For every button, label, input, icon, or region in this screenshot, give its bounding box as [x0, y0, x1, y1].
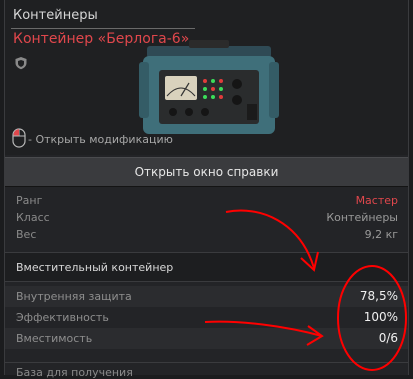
acquisition-base-section: База для получения — [5, 362, 408, 379]
info-row-class: Класс Контейнеры — [5, 209, 408, 226]
info-key: Вес — [16, 228, 37, 241]
info-list: Ранг Мастер Класс Контейнеры Вес 9,2 кг — [5, 192, 408, 243]
mouse-icon — [12, 128, 26, 148]
item-header: Контейнеры Контейнер «Берлога-6» - Откры… — [5, 0, 408, 155]
category-divider — [11, 28, 195, 29]
stat-row-efficiency: Эффективность 100% — [5, 307, 408, 328]
section-header: Вместительный контейнер — [5, 252, 408, 282]
stat-key: Вместимость — [16, 332, 93, 345]
stat-row-capacity: Вместимость 0/6 — [5, 328, 408, 349]
info-row-weight: Вес 9,2 кг — [5, 226, 408, 243]
container-image — [139, 40, 279, 134]
open-help-button[interactable]: Открыть окно справки — [5, 157, 408, 187]
info-key: Ранг — [16, 194, 43, 207]
item-category: Контейнеры — [13, 8, 98, 23]
open-modification-hint: - Открыть модификацию — [28, 133, 173, 146]
info-key: Класс — [16, 211, 50, 224]
info-value: Контейнеры — [326, 211, 398, 224]
stat-key: Эффективность — [16, 311, 109, 324]
stat-value: 0/6 — [378, 331, 398, 345]
item-tooltip-panel: Контейнеры Контейнер «Берлога-6» - Откры… — [4, 0, 409, 379]
info-row-rank: Ранг Мастер — [5, 192, 408, 209]
stat-key: Внутренняя защита — [16, 290, 132, 303]
stat-value: 78,5% — [359, 289, 398, 303]
info-value: 9,2 кг — [364, 228, 398, 241]
section-title: Вместительный контейнер — [16, 261, 174, 274]
stats-list: Внутренняя защита 78,5% Эффективность 10… — [5, 286, 408, 349]
acquisition-base-label: База для получения — [16, 366, 133, 379]
info-value: Мастер — [355, 194, 398, 207]
stat-value: 100% — [363, 310, 398, 324]
shield-icon — [15, 57, 27, 70]
stat-row-internal-protection: Внутренняя защита 78,5% — [5, 286, 408, 307]
